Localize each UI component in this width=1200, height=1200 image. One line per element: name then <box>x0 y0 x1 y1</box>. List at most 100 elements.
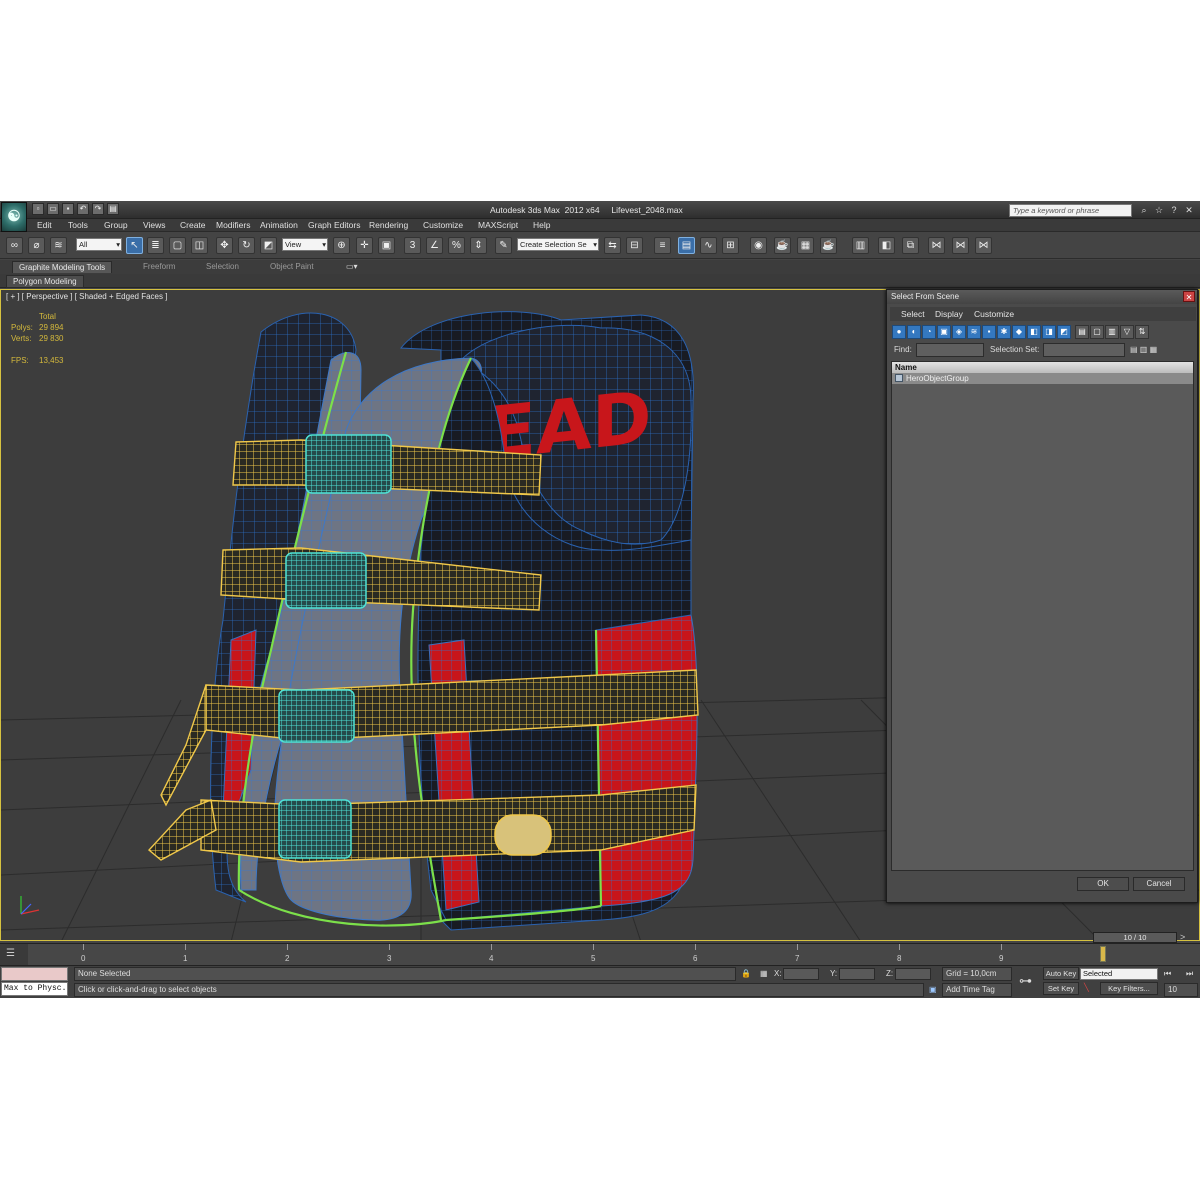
scene-explorer-icon[interactable]: ▥ <box>852 237 869 254</box>
filter-spacewarps-icon[interactable]: ≋ <box>967 325 981 339</box>
filter-frozen-icon[interactable]: ◨ <box>1042 325 1056 339</box>
selection-filter-dropdown[interactable]: All <box>76 238 122 251</box>
select-manipulate-icon[interactable]: ✛ <box>356 237 373 254</box>
list-item[interactable]: HeroObjectGroup <box>892 373 1193 384</box>
go-to-end-icon[interactable]: ⏭ <box>1186 969 1193 979</box>
project-folder-icon[interactable]: ▤ <box>107 203 119 215</box>
new-file-icon[interactable]: ▫ <box>32 203 44 215</box>
z-coord-field[interactable] <box>895 968 931 980</box>
list-header-name[interactable]: Name <box>892 362 1193 373</box>
layer-manager-icon[interactable]: ≡ <box>654 237 671 254</box>
filter-geometry-icon[interactable]: ● <box>892 325 906 339</box>
filter-shapes-icon[interactable]: ◐ <box>907 325 921 339</box>
align-icon[interactable]: ⊟ <box>626 237 643 254</box>
help-icon[interactable]: ? <box>1168 204 1180 216</box>
reference-coord-dropdown[interactable]: View <box>282 238 328 251</box>
search-input[interactable]: Type a keyword or phrase <box>1009 204 1132 217</box>
key-filter-icon[interactable]: ╲ <box>1084 983 1089 992</box>
pivot-center-icon[interactable]: ⊕ <box>333 237 350 254</box>
filter-bones-icon[interactable]: ◆ <box>1012 325 1026 339</box>
filter-containers-icon[interactable]: ◧ <box>1027 325 1041 339</box>
tab-freeform[interactable]: Freeform <box>137 261 181 273</box>
clone-icon[interactable]: ⧉ <box>902 237 919 254</box>
find-input[interactable] <box>916 343 984 357</box>
menu-rendering[interactable]: Rendering <box>369 220 408 230</box>
menu-animation[interactable]: Animation <box>260 220 298 230</box>
window-crossing-icon[interactable]: ◫ <box>191 237 208 254</box>
link-icon[interactable]: ∞ <box>6 237 23 254</box>
menu-group[interactable]: Group <box>104 220 128 230</box>
edit-named-selection-icon[interactable]: ✎ <box>495 237 512 254</box>
open-file-icon[interactable]: ▭ <box>47 203 59 215</box>
auto-key-button[interactable]: Auto Key <box>1043 967 1079 980</box>
dialog-menu-display[interactable]: Display <box>935 309 963 319</box>
snap-3d-icon[interactable]: 3 <box>404 237 421 254</box>
dialog-close-icon[interactable]: ✕ <box>1183 291 1195 302</box>
menu-modifiers[interactable]: Modifiers <box>216 220 250 230</box>
rotate-icon[interactable]: ↻ <box>238 237 255 254</box>
select-none-icon[interactable]: ▢ <box>1090 325 1104 339</box>
unlink-icon[interactable]: ⌀ <box>28 237 45 254</box>
filter-groups-icon[interactable]: ▪ <box>982 325 996 339</box>
spinner-snap-icon[interactable]: ⇕ <box>470 237 487 254</box>
mirror-icon[interactable]: ⇆ <box>604 237 621 254</box>
time-slider-frame[interactable]: 10 / 10 <box>1093 932 1177 943</box>
keyboard-shortcut-icon[interactable]: ▣ <box>378 237 395 254</box>
go-to-start-icon[interactable]: ⏮ <box>1164 969 1171 979</box>
save-file-icon[interactable]: ▪ <box>62 203 74 215</box>
graphite-toggle-icon[interactable]: ▤ <box>678 237 695 254</box>
minimize-icon[interactable]: ✕ <box>1183 204 1195 216</box>
material-editor-icon[interactable]: ◉ <box>750 237 767 254</box>
rectangle-selection-icon[interactable]: ▢ <box>169 237 186 254</box>
menu-maxscript[interactable]: MAXScript <box>478 220 518 230</box>
y-coord-field[interactable] <box>839 968 875 980</box>
ok-button[interactable]: OK <box>1077 877 1129 891</box>
cube-icon[interactable]: ◧ <box>878 237 895 254</box>
time-key-marker[interactable] <box>1100 946 1106 962</box>
lifevest-model[interactable]: LEAD <box>147 311 699 931</box>
star-icon[interactable]: ☆ <box>1153 204 1165 216</box>
key-mode-dropdown[interactable]: Selected <box>1080 968 1158 980</box>
menu-help[interactable]: Help <box>533 220 550 230</box>
selection-set-dropdown[interactable] <box>1043 343 1125 357</box>
render-setup-icon[interactable]: ☕ <box>774 237 791 254</box>
filter-funnel-icon[interactable]: ▽ <box>1120 325 1134 339</box>
tab-object-paint[interactable]: Object Paint <box>264 261 320 273</box>
scale-icon[interactable]: ◩ <box>260 237 277 254</box>
x-coord-field[interactable] <box>783 968 819 980</box>
select-all-icon[interactable]: ▤ <box>1075 325 1089 339</box>
time-tag-icon[interactable]: ▣ <box>929 985 937 994</box>
menu-create[interactable]: Create <box>180 220 206 230</box>
scene-object-list[interactable]: Name HeroObjectGroup <box>891 361 1194 871</box>
add-time-tag-button[interactable]: Add Time Tag <box>942 983 1012 997</box>
named-selection-dropdown[interactable]: Create Selection Se <box>517 238 599 251</box>
menu-graph-editors[interactable]: Graph Editors <box>308 220 360 230</box>
filter-lights-icon[interactable]: ◔ <box>922 325 936 339</box>
time-slider-next-icon[interactable]: > <box>1180 932 1185 942</box>
dialog-menu-customize[interactable]: Customize <box>974 309 1014 319</box>
undo-icon[interactable]: ↶ <box>77 203 89 215</box>
menu-tools[interactable]: Tools <box>68 220 88 230</box>
set-key-mode-icon[interactable]: ⊶ <box>1019 973 1032 989</box>
binoculars-icon[interactable]: ⌕ <box>1138 204 1150 216</box>
current-frame-field[interactable]: 10 <box>1164 983 1198 997</box>
filter-hidden-icon[interactable]: ◩ <box>1057 325 1071 339</box>
angle-snap-icon[interactable]: ∠ <box>426 237 443 254</box>
render-production-icon[interactable]: ☕ <box>820 237 837 254</box>
lock-selection-icon[interactable]: 🔒 <box>741 969 751 978</box>
filter-helpers-icon[interactable]: ◈ <box>952 325 966 339</box>
trajectory-icon[interactable]: ⋈ <box>975 237 992 254</box>
sort-icon[interactable]: ⇅ <box>1135 325 1149 339</box>
select-invert-icon[interactable]: ▥ <box>1105 325 1119 339</box>
curve-editor-icon[interactable]: ∿ <box>700 237 717 254</box>
tab-selection[interactable]: Selection <box>200 261 245 273</box>
selection-set-tools-icon[interactable]: ▤ ▥ ▦ <box>1130 345 1157 354</box>
schematic-view-icon[interactable]: ⊞ <box>722 237 739 254</box>
polygon-modeling-panel[interactable]: Polygon Modeling <box>6 275 84 288</box>
key-filters-button[interactable]: Key Filters... <box>1100 982 1158 995</box>
bind-space-warp-icon[interactable]: ≋ <box>50 237 67 254</box>
select-by-name-icon[interactable]: ≣ <box>147 237 164 254</box>
menu-views[interactable]: Views <box>143 220 166 230</box>
key-mode-icon[interactable]: ⋈ <box>928 237 945 254</box>
track-ruler[interactable]: 0 1 2 3 4 5 6 7 8 9 <box>28 944 1200 966</box>
